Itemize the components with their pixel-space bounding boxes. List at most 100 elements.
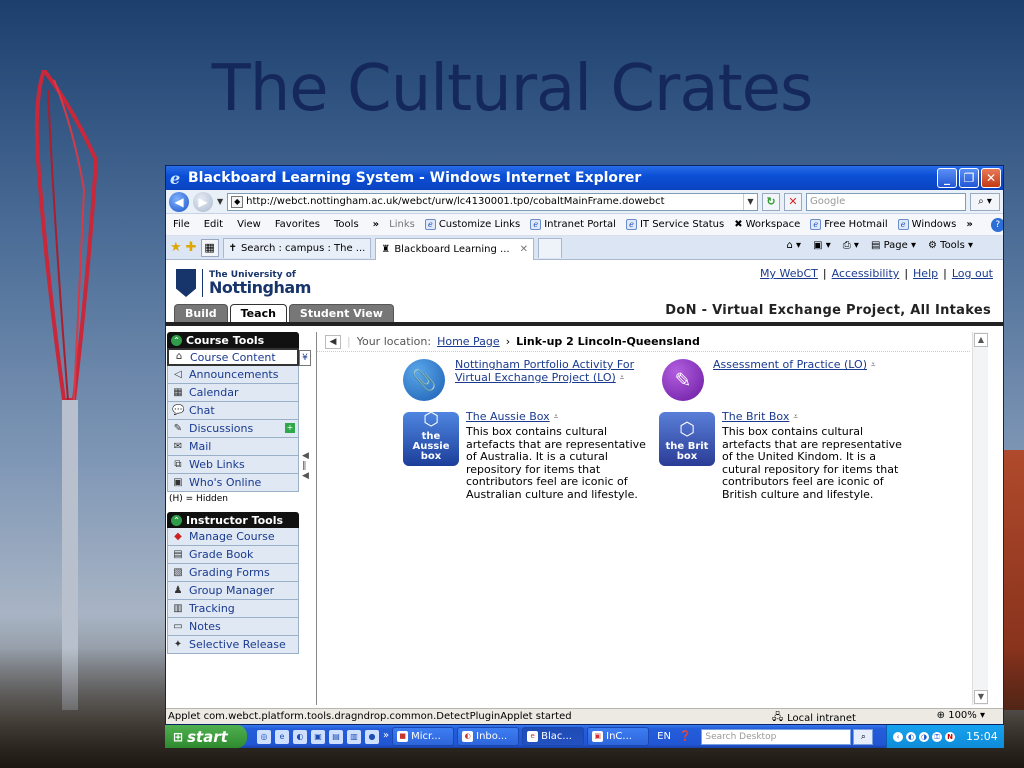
stop-button[interactable]: ✕ — [784, 192, 802, 211]
back-arrow-icon[interactable]: ◀ — [325, 334, 341, 349]
link-windows[interactable]: e Windows — [897, 219, 956, 230]
url-dropdown-icon[interactable]: ▼ — [743, 193, 757, 210]
action-menu-icon[interactable]: ⩡ — [554, 412, 566, 422]
ql-icon[interactable]: ◐ — [293, 729, 307, 744]
nav-web-links[interactable]: ⧉ Web Links — [167, 456, 299, 474]
page-menu[interactable]: ▤ Page ▾ — [871, 240, 916, 251]
brit-box-icon[interactable]: ⬡ the Brit box — [659, 412, 715, 466]
menu-edit[interactable]: Edit — [204, 219, 223, 230]
chevron-right-icon[interactable]: » — [373, 219, 379, 230]
aussie-box-icon[interactable]: ⬡ the Aussie box — [403, 410, 459, 466]
collapse-menu-icon[interactable]: ¥ — [299, 350, 311, 366]
university-logo[interactable]: The University of Nottingham — [176, 269, 311, 297]
language-indicator[interactable]: EN — [657, 731, 671, 742]
menu-view[interactable]: View — [237, 219, 261, 230]
menu-tools[interactable]: Tools — [334, 219, 359, 230]
ql-icon[interactable]: ◎ — [257, 729, 271, 744]
task-inc[interactable]: ▣ InC... — [587, 727, 650, 746]
search-input[interactable]: Google — [806, 192, 966, 211]
new-tab-button[interactable] — [537, 237, 562, 258]
link-it-service-status[interactable]: e IT Service Status — [625, 219, 724, 230]
maximize-button[interactable]: ❐ — [959, 168, 979, 188]
chevron-right-icon[interactable]: » — [966, 219, 972, 230]
portfolio-link[interactable]: Nottingham Portfolio Activity For Virtua… — [455, 358, 634, 384]
accessibility-link[interactable]: Accessibility — [832, 267, 900, 280]
tray-icon[interactable]: ◐ — [906, 731, 916, 742]
tray-icon[interactable]: ⚿ — [932, 731, 942, 742]
nav-chat[interactable]: 💬 Chat — [167, 402, 299, 420]
action-menu-icon[interactable]: ⩡ — [871, 360, 883, 370]
tools-menu[interactable]: ⚙ Tools ▾ — [928, 240, 973, 251]
help-icon[interactable]: ? — [990, 217, 1003, 232]
quick-tabs-button[interactable]: ▦ — [200, 238, 219, 257]
minimize-button[interactable]: _ — [937, 168, 957, 188]
home-icon[interactable]: ⌂ ▾ — [787, 240, 802, 251]
ql-icon[interactable]: ▤ — [329, 729, 343, 744]
url-input[interactable]: ◆ http://webct.nottingham.ac.uk/webct/ur… — [227, 192, 758, 211]
ql-icon[interactable]: ● — [365, 729, 379, 744]
brit-box-link[interactable]: The Brit Box — [722, 410, 789, 423]
tab-student-view[interactable]: Student View — [288, 304, 394, 322]
favorites-star-icon[interactable]: ★ — [170, 240, 182, 255]
nav-discussions[interactable]: ✎ Discussions + — [167, 420, 299, 438]
my-webct-link[interactable]: My WebCT — [760, 267, 818, 280]
nav-whos-online[interactable]: ▣ Who's Online — [167, 474, 299, 492]
assessment-pencil-icon[interactable]: ✎ — [662, 359, 704, 401]
task-blackboard[interactable]: e Blac... — [522, 727, 585, 746]
logout-link[interactable]: Log out — [952, 267, 993, 280]
nav-manage-course[interactable]: ◆ Manage Course — [167, 528, 299, 546]
nav-group-manager[interactable]: ♟ Group Manager — [167, 582, 299, 600]
content-scrollbar[interactable]: ▲ ▼ — [972, 332, 988, 705]
course-tools-header[interactable]: ⌃ Course Tools — [167, 332, 299, 348]
desktop-search-input[interactable]: Search Desktop — [701, 728, 852, 745]
paperclip-icon[interactable]: 📎 — [403, 359, 445, 401]
nav-mail[interactable]: ✉ Mail — [167, 438, 299, 456]
aussie-box-link[interactable]: The Aussie Box — [466, 410, 550, 423]
nav-selective-release[interactable]: ✦ Selective Release — [167, 636, 299, 654]
nav-announcements[interactable]: ◁ Announcements — [167, 366, 299, 384]
nav-grade-book[interactable]: ▤ Grade Book — [167, 546, 299, 564]
link-intranet-portal[interactable]: e Intranet Portal — [530, 219, 616, 230]
menu-favorites[interactable]: Favorites — [275, 219, 320, 230]
tray-icon[interactable]: N — [945, 731, 955, 742]
zoom-level[interactable]: ⊕ 100% ▾ — [937, 710, 985, 721]
nav-course-content[interactable]: ⌂ Course Content ¥ — [167, 348, 311, 366]
action-menu-icon[interactable]: ⩡ — [620, 373, 632, 383]
close-tab-icon[interactable]: ✕ — [520, 244, 528, 255]
link-customize[interactable]: e Customize Links — [424, 219, 520, 230]
back-button[interactable]: ◀ — [169, 191, 189, 212]
start-button[interactable]: ⊞ start — [165, 725, 247, 748]
tab-search-campus[interactable]: ✝ Search : campus : The ... — [222, 237, 372, 258]
ql-icon[interactable]: e — [275, 729, 289, 744]
chevron-right-icon[interactable]: » — [383, 730, 389, 744]
search-button[interactable]: ⌕ ▾ — [970, 192, 1000, 211]
instructor-tools-header[interactable]: ⌃ Instructor Tools — [167, 512, 299, 528]
sidebar-resize-handle[interactable]: ◀ ‖ ◀ — [302, 451, 309, 491]
link-free-hotmail[interactable]: e Free Hotmail — [810, 219, 888, 230]
ql-icon[interactable]: ▥ — [347, 729, 361, 744]
nav-calendar[interactable]: ▦ Calendar — [167, 384, 299, 402]
feeds-icon[interactable]: ▣ ▾ — [813, 240, 831, 251]
ql-icon[interactable]: ▣ — [311, 729, 325, 744]
help-link[interactable]: Help — [913, 267, 938, 280]
tab-build[interactable]: Build — [174, 304, 228, 322]
nav-notes[interactable]: ▭ Notes — [167, 618, 299, 636]
forward-button[interactable]: ▶ — [193, 191, 213, 212]
assessment-link[interactable]: Assessment of Practice (LO) — [713, 358, 867, 371]
add-favorite-icon[interactable]: ✚ — [186, 240, 197, 255]
tray-icon[interactable]: ◑ — [919, 731, 929, 742]
refresh-button[interactable]: ↻ — [762, 192, 780, 211]
scroll-up-icon[interactable]: ▲ — [974, 333, 988, 347]
link-workspace[interactable]: ✖ Workspace — [734, 219, 800, 230]
tab-blackboard[interactable]: ♜ Blackboard Learning ... ✕ — [375, 237, 534, 260]
nav-grading-forms[interactable]: ▧ Grading Forms — [167, 564, 299, 582]
tab-teach[interactable]: Teach — [229, 304, 287, 322]
breadcrumb-home-link[interactable]: Home Page — [437, 335, 500, 348]
help-icon[interactable]: ❓ — [679, 731, 691, 742]
task-inbox[interactable]: ◐ Inbo... — [457, 727, 520, 746]
tray-icon[interactable]: ‹ — [893, 731, 903, 742]
history-dropdown-icon[interactable]: ▼ — [217, 197, 223, 206]
scroll-down-icon[interactable]: ▼ — [974, 690, 988, 704]
close-button[interactable]: ✕ — [981, 168, 1001, 188]
print-icon[interactable]: ⎙ ▾ — [843, 240, 859, 251]
